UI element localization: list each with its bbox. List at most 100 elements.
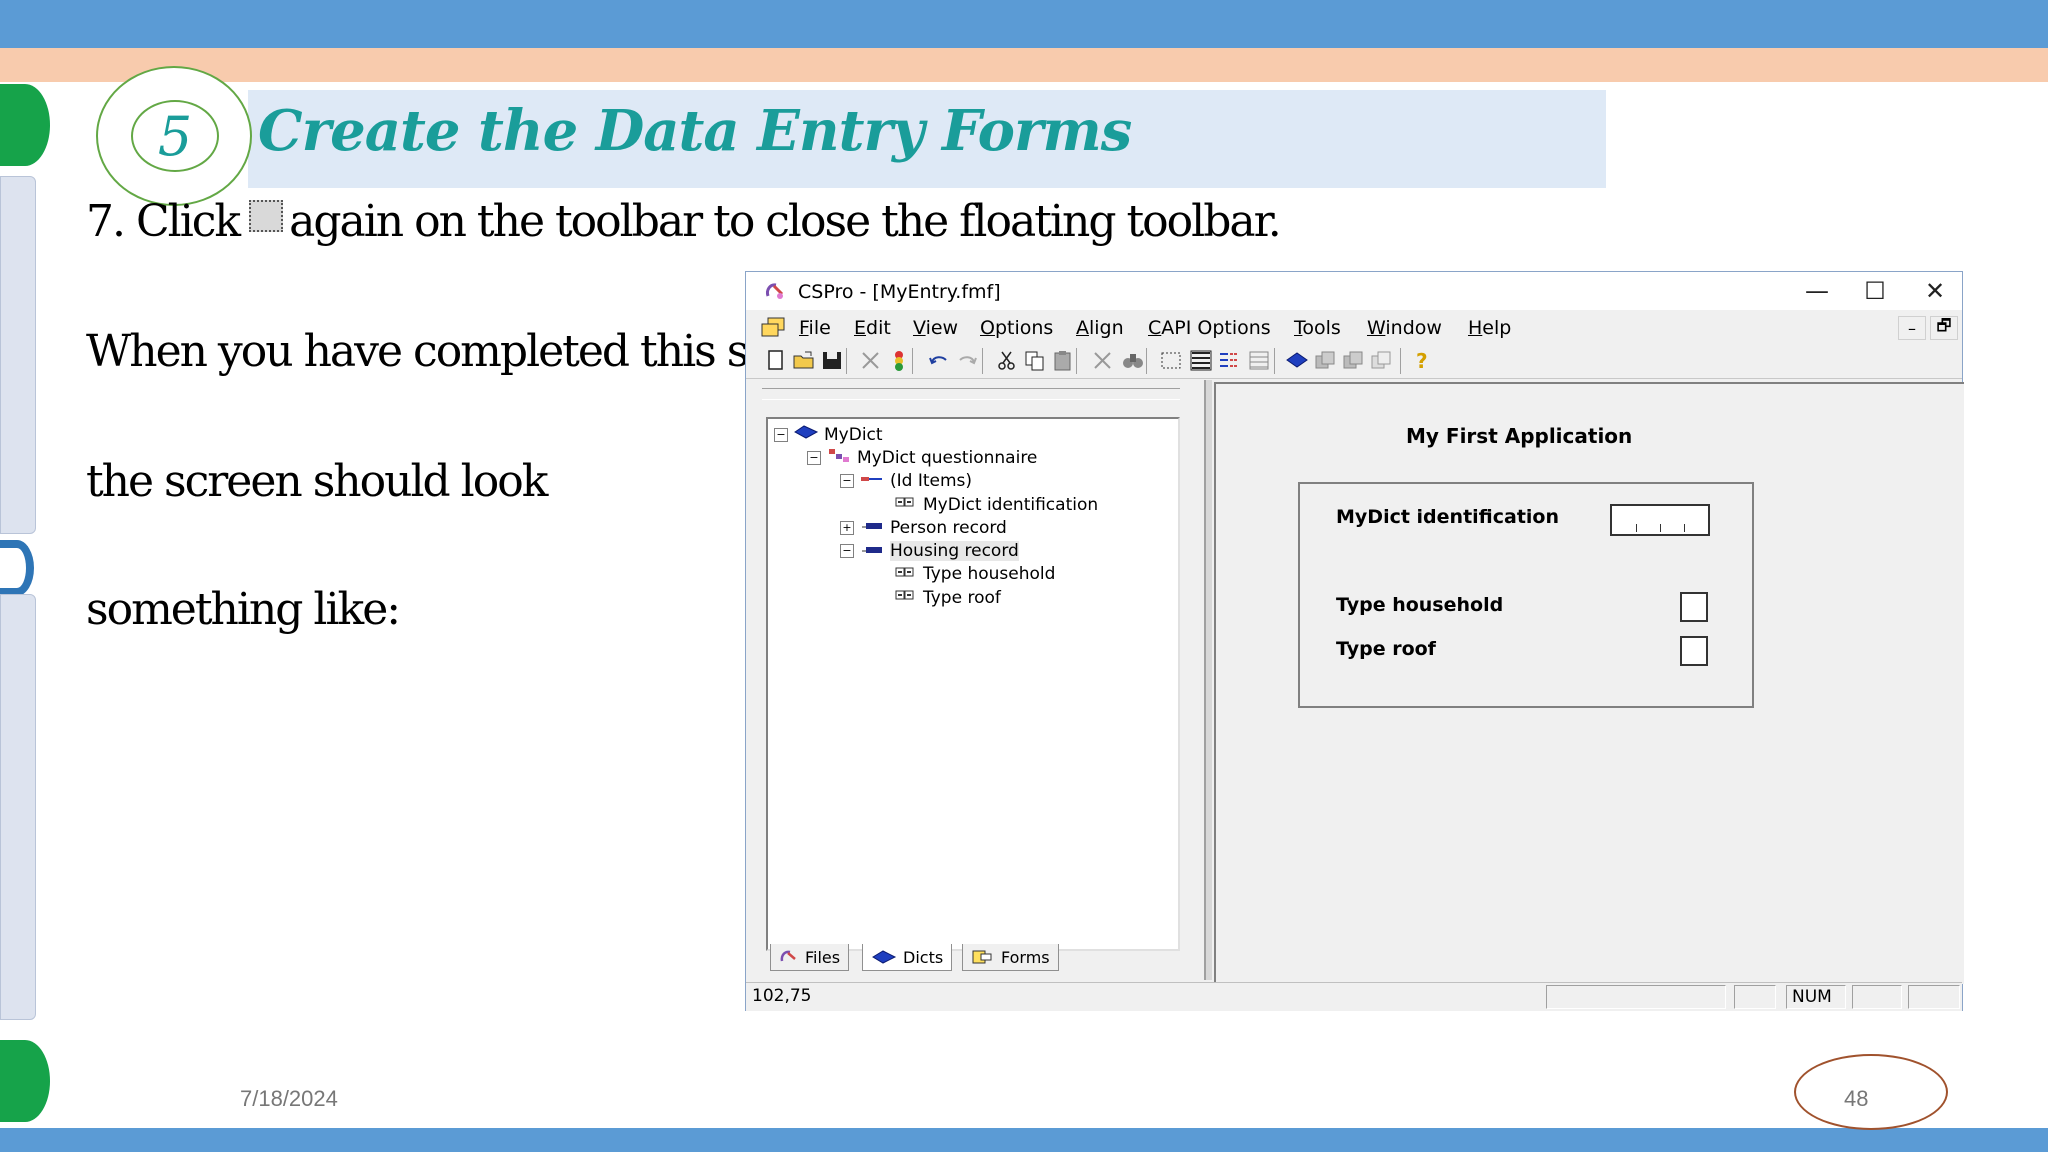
- id-field-tick: [1684, 524, 1685, 532]
- cspro-app-icon: [766, 283, 784, 299]
- copy-icon[interactable]: [1022, 348, 1048, 372]
- status-coordinates: 102,75: [752, 986, 812, 1006]
- form2-icon[interactable]: [1340, 348, 1366, 372]
- tree-item-label: MyDict questionnaire: [857, 447, 1038, 468]
- form-icon[interactable]: [1312, 348, 1338, 372]
- id-items-icon: [860, 471, 890, 492]
- delete-icon[interactable]: [1090, 348, 1116, 372]
- tree-item[interactable]: MyDict identification: [873, 493, 1098, 516]
- form3-icon[interactable]: [1368, 348, 1394, 372]
- redo-icon[interactable]: [954, 348, 980, 372]
- tree-collapse-icon[interactable]: −: [774, 427, 788, 442]
- tree-collapse-icon[interactable]: −: [807, 450, 821, 465]
- status-bar: [746, 982, 1962, 1011]
- toolbar-separator: [846, 348, 847, 374]
- tree-item[interactable]: − (Id Items): [840, 470, 1098, 493]
- tab-dicts[interactable]: Dicts: [862, 944, 953, 971]
- tree-collapse-icon[interactable]: −: [840, 474, 854, 489]
- record-icon: [860, 517, 890, 538]
- save-icon[interactable]: [819, 348, 845, 372]
- mdi-restore-button[interactable]: 🗗: [1930, 316, 1958, 340]
- box-select-icon[interactable]: [1158, 348, 1184, 372]
- id-field-tick: [1660, 524, 1661, 532]
- type-household-label[interactable]: Type household: [1336, 594, 1503, 616]
- menu-align[interactable]: Align: [1076, 317, 1124, 339]
- tree-item-label: Type household: [923, 564, 1056, 585]
- help-icon[interactable]: ?: [1410, 348, 1436, 372]
- instruction-suffix: again on the toolbar to close the floati…: [289, 196, 1282, 247]
- undo-icon[interactable]: [926, 348, 952, 372]
- panel-splitter[interactable]: [1204, 380, 1212, 980]
- tree-item-label: MyDict identification: [923, 494, 1099, 515]
- roster-icon[interactable]: [1216, 348, 1242, 372]
- window-title: CSPro - [MyEntry.fmf]: [798, 281, 1001, 303]
- menu-edit[interactable]: Edit: [854, 317, 891, 339]
- files-tab-icon: [780, 950, 796, 962]
- top-accent-stripe: [0, 48, 2048, 82]
- record-icon: [860, 541, 890, 562]
- tab-forms[interactable]: Forms: [962, 944, 1059, 971]
- tree-item-label: Housing record: [890, 541, 1019, 562]
- forms-tab-icon: [972, 950, 992, 964]
- dict-book-icon: [794, 424, 824, 445]
- type-household-field[interactable]: [1680, 592, 1708, 622]
- instruction-line: 7. Click again on the toolbar to close th…: [86, 196, 1282, 247]
- open-icon[interactable]: [791, 348, 817, 372]
- maximize-button[interactable]: ☐: [1850, 276, 1900, 306]
- run-icon[interactable]: [886, 348, 912, 372]
- menu-help[interactable]: Help: [1468, 317, 1511, 339]
- tab-dicts-label: Dicts: [903, 947, 944, 967]
- leaf-decoration-bottom: [0, 1040, 50, 1122]
- toolbar-separator: [1146, 348, 1147, 374]
- menu-capi-options[interactable]: CAPI Options: [1148, 317, 1271, 339]
- field-props-icon[interactable]: [1188, 348, 1214, 372]
- id-field-input[interactable]: [1610, 504, 1710, 536]
- dictionary-tree-panel[interactable]: − MyDict − MyDict questionnaire − (Id Items) M…: [766, 417, 1180, 951]
- toolbar-separator: [982, 348, 983, 374]
- body-line-2: the screen should look: [86, 456, 548, 507]
- grid-icon[interactable]: [1246, 348, 1272, 372]
- menu-view[interactable]: View: [913, 317, 958, 339]
- side-bar-lower: [0, 594, 36, 1020]
- tree-collapse-icon[interactable]: −: [840, 544, 854, 559]
- tree-item-label: (Id Items): [890, 471, 973, 492]
- find-icon[interactable]: [1120, 348, 1146, 372]
- tree-item-label: Type roof: [923, 587, 1001, 608]
- body-line-3: something like:: [86, 584, 401, 635]
- menu-window[interactable]: Window: [1367, 317, 1442, 339]
- minimize-button[interactable]: —: [1792, 276, 1842, 306]
- dicts-tab-icon: [872, 950, 897, 964]
- tab-forms-label: Forms: [1001, 947, 1050, 967]
- side-bar-upper: [0, 176, 36, 534]
- status-panel: [1546, 985, 1726, 1009]
- tree-item[interactable]: − Housing record: [840, 539, 1098, 562]
- generate-icon[interactable]: [858, 348, 884, 372]
- tree-item[interactable]: − MyDict questionnaire: [807, 446, 1098, 469]
- body-line-1: When you have completed this step: [86, 326, 815, 377]
- type-roof-label[interactable]: Type roof: [1336, 638, 1436, 660]
- status-panel: [1734, 985, 1776, 1009]
- mdi-document-icon: [761, 317, 785, 337]
- tree-expand-icon[interactable]: +: [840, 520, 854, 535]
- leaf-decoration-top: [0, 84, 50, 166]
- menu-file[interactable]: File: [799, 317, 831, 339]
- tree-item[interactable]: + Person record: [840, 516, 1098, 539]
- toolbar-separator: [1076, 348, 1077, 374]
- tree-item[interactable]: Type household: [873, 563, 1098, 586]
- tab-files[interactable]: Files: [770, 944, 850, 971]
- menu-tools[interactable]: Tools: [1294, 317, 1341, 339]
- dictionary-icon[interactable]: [1284, 348, 1310, 372]
- form-title[interactable]: My First Application: [1406, 424, 1632, 448]
- paste-icon[interactable]: [1050, 348, 1076, 372]
- mdi-minimize-button[interactable]: –: [1898, 316, 1926, 340]
- new-icon[interactable]: [763, 348, 789, 372]
- tree-item[interactable]: Type roof: [873, 586, 1098, 609]
- tree-item-label: MyDict: [824, 424, 883, 445]
- close-button[interactable]: ✕: [1910, 276, 1960, 306]
- menu-options[interactable]: Options: [980, 317, 1053, 339]
- id-field-label[interactable]: MyDict identification: [1336, 506, 1559, 528]
- type-roof-field[interactable]: [1680, 636, 1708, 666]
- status-num-indicator: NUM: [1792, 987, 1832, 1007]
- tree-item[interactable]: − MyDict: [774, 423, 1098, 446]
- cut-icon[interactable]: [994, 348, 1020, 372]
